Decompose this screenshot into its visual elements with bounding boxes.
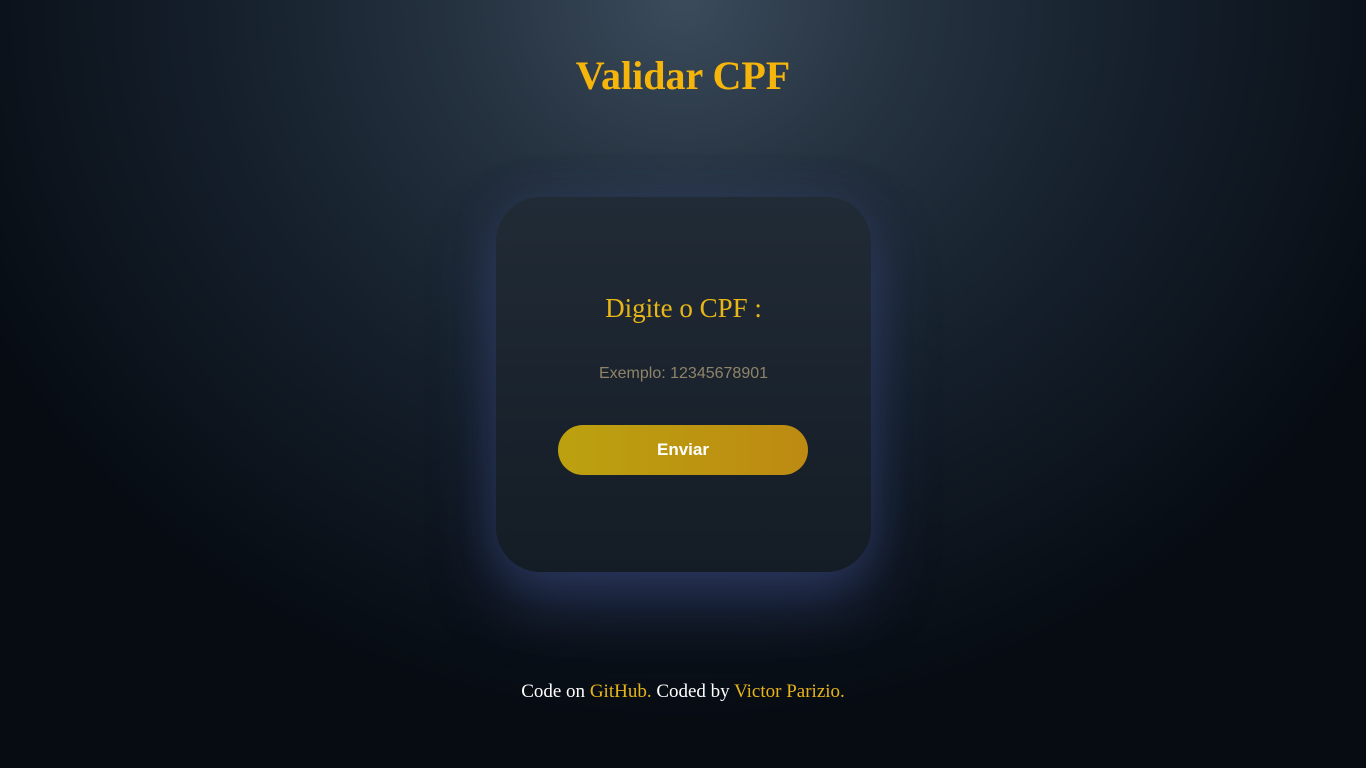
cpf-input[interactable] <box>546 360 821 388</box>
cpf-label: Digite o CPF : <box>605 293 762 323</box>
footer-middle-text: Coded by <box>651 681 735 702</box>
footer: Code on GitHub. Coded by Victor Parizio. <box>0 680 1366 704</box>
github-link[interactable]: GitHub. <box>590 681 652 702</box>
submit-button[interactable]: Enviar <box>558 425 808 475</box>
page-title: Validar CPF <box>575 53 791 98</box>
footer-prefix-text: Code on <box>521 681 590 702</box>
author-link[interactable]: Victor Parizio. <box>734 681 845 702</box>
cpf-form-card: Digite o CPF : Enviar <box>496 197 871 572</box>
